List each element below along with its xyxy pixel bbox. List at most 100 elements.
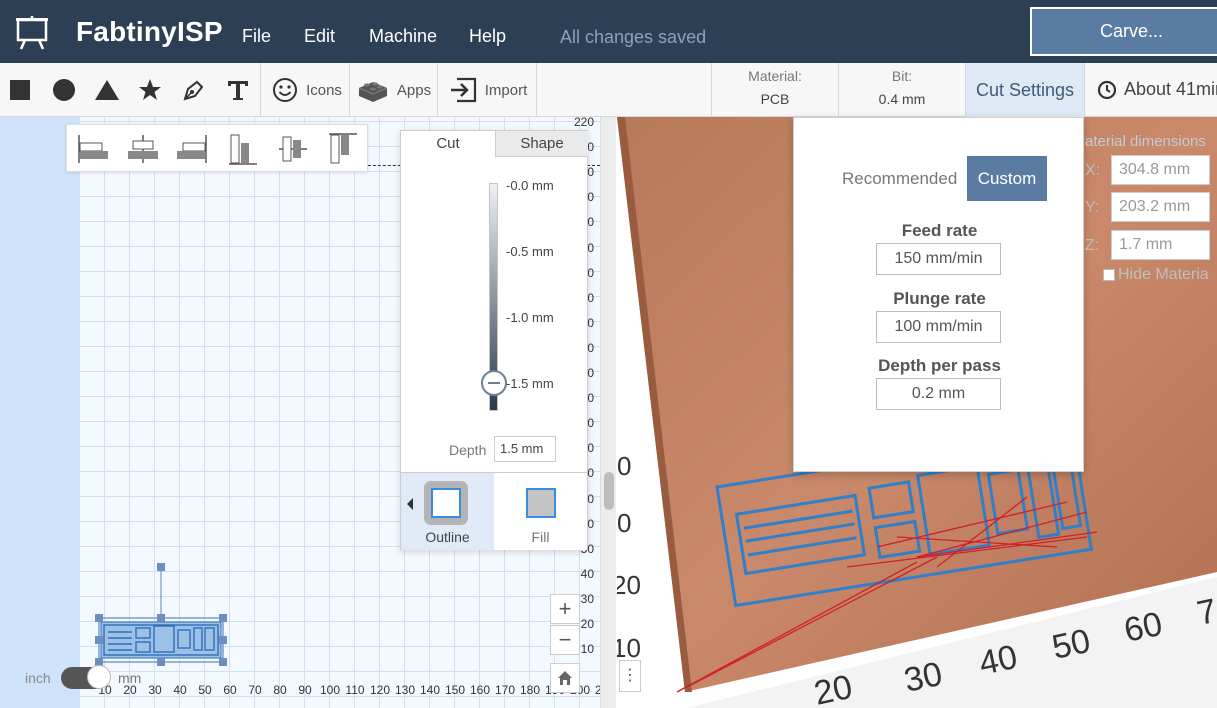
- lego-brick-icon: [358, 82, 388, 102]
- outline-option[interactable]: Outline: [401, 473, 494, 550]
- depth-per-pass-input[interactable]: 0.2 mm: [876, 378, 1001, 410]
- svg-text:30: 30: [901, 655, 946, 700]
- x-tick-label: 30: [148, 683, 162, 697]
- zoom-in-button[interactable]: +: [550, 594, 580, 624]
- estimated-time[interactable]: About 41min: [1097, 79, 1217, 100]
- dim-x-input[interactable]: 304.8 mm: [1111, 155, 1210, 185]
- align-bottom-icon[interactable]: [225, 131, 261, 167]
- fill-label: Fill: [531, 529, 550, 545]
- icons-label: Icons: [306, 81, 342, 99]
- smiley-icon: [273, 78, 298, 102]
- import-label: Import: [484, 81, 528, 99]
- star-tool-icon[interactable]: [134, 63, 166, 117]
- bit-key: Bit:: [891, 68, 913, 84]
- tab-cut[interactable]: Cut: [401, 131, 495, 157]
- caret-left-icon: [407, 498, 413, 510]
- svg-text:20: 20: [811, 668, 856, 708]
- import-icon: [450, 77, 476, 103]
- x-tick-label: 140: [419, 683, 441, 697]
- align-center-horizontal-icon[interactable]: [125, 131, 161, 167]
- depth-slider-handle[interactable]: [481, 370, 507, 396]
- pen-tool-icon[interactable]: [178, 63, 210, 117]
- text-tool-icon[interactable]: [222, 63, 254, 117]
- plunge-rate-input[interactable]: 100 mm/min: [876, 311, 1001, 343]
- align-toolbar: [66, 124, 368, 172]
- depth-mark-3: -1.5 mm: [506, 376, 554, 391]
- material-selector[interactable]: Material: PCB: [711, 63, 838, 117]
- x-tick-label: 170: [494, 683, 516, 697]
- zoom-out-button[interactable]: −: [550, 625, 580, 655]
- toolbar-divider: [536, 63, 537, 117]
- triangle-tool-icon[interactable]: [91, 63, 123, 117]
- checkbox-box[interactable]: [1103, 269, 1115, 281]
- icons-button[interactable]: Icons: [270, 63, 344, 117]
- menu-file[interactable]: File: [242, 26, 271, 47]
- svg-text:0: 0: [617, 508, 631, 538]
- dim-y-input[interactable]: 203.2 mm: [1111, 192, 1210, 222]
- import-button[interactable]: Import: [442, 63, 534, 117]
- feed-rate-input[interactable]: 150 mm/min: [876, 243, 1001, 275]
- recommended-option[interactable]: Recommended: [842, 169, 957, 189]
- dim-y-label: Y:: [1085, 199, 1100, 216]
- material-key: Material:: [748, 68, 802, 84]
- fill-option[interactable]: Fill: [494, 473, 587, 550]
- menu-edit[interactable]: Edit: [304, 26, 335, 47]
- toolbar-divider: [437, 63, 438, 117]
- x-tick-label: 150: [444, 683, 466, 697]
- x-tick-label: 130: [394, 683, 416, 697]
- apps-button[interactable]: Apps: [354, 63, 434, 117]
- project-title[interactable]: FabtinyISP: [76, 16, 223, 48]
- custom-option[interactable]: Custom: [967, 156, 1047, 201]
- x-tick-label: 110: [345, 683, 365, 697]
- menu-machine[interactable]: Machine: [369, 26, 437, 47]
- dim-z-input[interactable]: 1.7 mm: [1111, 230, 1210, 260]
- y-tick-label: 220: [573, 117, 594, 129]
- clock-icon: [1097, 80, 1117, 99]
- tab-shape[interactable]: Shape: [495, 131, 588, 157]
- align-left-icon[interactable]: [75, 131, 111, 167]
- svg-text:60: 60: [1121, 605, 1166, 650]
- depth-input[interactable]: 1.5 mm: [494, 436, 556, 462]
- cut-type-selector: Outline Fill: [401, 472, 587, 550]
- hide-material-label: Hide Materia: [1118, 266, 1209, 283]
- plunge-rate-label: Plunge rate: [893, 289, 986, 308]
- cut-settings-tab[interactable]: Cut Settings: [965, 63, 1085, 117]
- x-tick-label: 180: [519, 683, 541, 697]
- material-dimensions-heading: aterial dimensions: [1085, 133, 1206, 150]
- svg-text:50: 50: [1049, 622, 1094, 667]
- toolbar-divider: [349, 63, 350, 117]
- fill-icon: [526, 488, 556, 518]
- circle-tool-icon[interactable]: [48, 63, 80, 117]
- hide-material-checkbox[interactable]: Hide Materia: [1103, 266, 1209, 284]
- canvas-scrollbar-thumb[interactable]: [604, 472, 614, 510]
- canvas-scrollbar[interactable]: [600, 117, 616, 708]
- preview-options-handle[interactable]: ⋮: [619, 660, 641, 692]
- pcb-design-shape[interactable]: [92, 560, 232, 668]
- units-toggle-knob[interactable]: [87, 665, 111, 689]
- svg-text:10: 10: [617, 633, 641, 663]
- x-tick-label: 90: [298, 683, 312, 697]
- align-center-vertical-icon[interactable]: [275, 131, 311, 167]
- home-view-button[interactable]: [550, 663, 580, 693]
- toolbar: Icons Apps Import Material: PCB Bit: 0.4…: [0, 63, 1217, 117]
- square-tool-icon[interactable]: [4, 63, 36, 117]
- cut-settings-panel: Recommended Custom Feed rate 150 mm/min …: [793, 117, 1084, 472]
- bit-selector[interactable]: Bit: 0.4 mm: [838, 63, 965, 117]
- top-bar: FabtinyISP File Edit Machine Help All ch…: [0, 0, 1217, 63]
- feed-rate-label: Feed rate: [901, 221, 978, 240]
- align-right-icon[interactable]: [173, 131, 209, 167]
- align-top-icon[interactable]: [325, 131, 361, 167]
- svg-text:0: 0: [617, 451, 631, 481]
- easel-logo-icon: [16, 16, 48, 50]
- bit-value: 0.4 mm: [878, 91, 926, 107]
- menu-help[interactable]: Help: [469, 26, 506, 47]
- estimated-time-label: About 41min: [1124, 79, 1217, 99]
- y-tick-label: 40: [580, 566, 594, 581]
- dim-x-label: X:: [1085, 162, 1101, 179]
- svg-text:20: 20: [617, 570, 641, 600]
- carve-button[interactable]: Carve...: [1030, 7, 1217, 56]
- dim-z-label: Z:: [1085, 237, 1100, 254]
- outline-label: Outline: [425, 529, 470, 545]
- home-icon: [558, 671, 572, 685]
- depth-label: Depth: [449, 442, 487, 458]
